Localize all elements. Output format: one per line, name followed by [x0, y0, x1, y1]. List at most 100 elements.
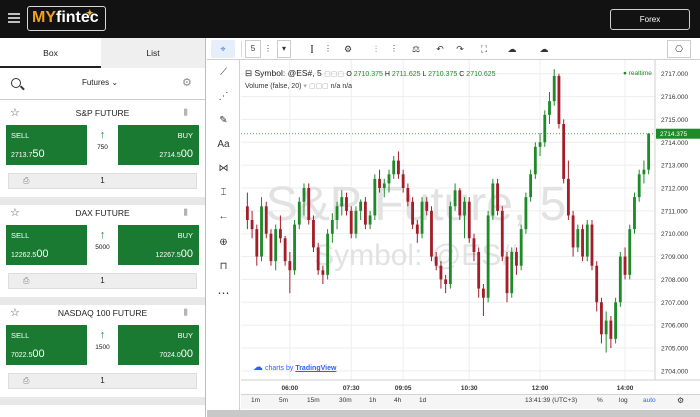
- brand-logo[interactable]: MYfintec ✦: [27, 6, 106, 31]
- fib-tool-icon[interactable]: ⋰: [207, 86, 240, 108]
- range-4h[interactable]: 4h: [394, 397, 401, 404]
- candle-body: [250, 220, 254, 230]
- chart-settings-icon[interactable]: ⚙: [677, 396, 684, 405]
- sell-button[interactable]: SELL 2713.750: [6, 125, 87, 165]
- quantity-field[interactable]: ⎙ 1: [8, 373, 197, 389]
- cloud-download-icon[interactable]: ☁: [501, 40, 523, 58]
- candle-body: [345, 197, 348, 211]
- text-tool-icon[interactable]: Aa: [207, 134, 240, 156]
- candle-body: [590, 224, 594, 266]
- crosshair-icon[interactable]: ⌖: [211, 40, 235, 58]
- more-horizontal-icon[interactable]: ⋯: [207, 282, 240, 304]
- range-5m[interactable]: 5m: [279, 397, 288, 404]
- pattern-tool-icon[interactable]: ⋈: [207, 158, 240, 180]
- candle-body: [411, 201, 415, 225]
- range-30m[interactable]: 30m: [339, 397, 352, 404]
- arrow-left-icon[interactable]: ←: [207, 206, 240, 228]
- more-vertical-icon[interactable]: ⋮: [263, 40, 273, 58]
- auto-toggle[interactable]: auto: [643, 397, 656, 404]
- collapse-icon[interactable]: ⊟: [245, 68, 252, 78]
- range-15m[interactable]: 15m: [307, 397, 320, 404]
- candles-icon[interactable]: ⫿: [303, 40, 321, 58]
- zoom-in-icon[interactable]: ⊕: [207, 232, 240, 254]
- redo-icon[interactable]: ↷: [451, 40, 469, 58]
- search-icon[interactable]: [11, 78, 21, 88]
- volume-options-icon[interactable]: ▾ ▢▢▢: [303, 83, 328, 90]
- category-dropdown[interactable]: Futures ⌄: [60, 78, 140, 87]
- candle-body: [439, 265, 443, 280]
- category-dropdown-value: Futures: [81, 78, 110, 87]
- spread-indicator: ↑ 5000: [88, 225, 117, 265]
- chart-area[interactable]: S&P Future, 5 Symbol: @ES# 2717.000 2716.…: [241, 60, 700, 417]
- watermark-title: S&P Future, 5: [266, 178, 567, 231]
- favorite-star-icon[interactable]: ☆: [10, 206, 20, 219]
- sell-button[interactable]: SELL 12262.500: [6, 225, 87, 265]
- volume-na-2: n/a: [342, 83, 353, 90]
- candle-body: [571, 215, 575, 248]
- sell-label: SELL: [11, 231, 30, 240]
- interval-select[interactable]: 5: [245, 40, 261, 58]
- price-axis[interactable]: 2717.000 2716.000 2715.000 2714.000 2713.000…: [654, 60, 700, 394]
- candle-body: [557, 76, 561, 124]
- price-chart[interactable]: S&P Future, 5 Symbol: @ES# 2717.0002716.…: [241, 60, 700, 394]
- y-tick-label: 2704.000: [661, 368, 688, 375]
- drawing-toolbar: ⟋ ⋰ ✎ Aa ⋈ ⌶ ← ⊕ ⊓ ⋯: [207, 60, 240, 417]
- open-value: 2710.375: [353, 71, 383, 78]
- chart-bars-icon[interactable]: ⫼: [184, 208, 188, 218]
- time-axis[interactable]: 06:00 07:30 09:05 10:30 12:00 14:00: [241, 379, 700, 392]
- candle-body: [496, 183, 499, 211]
- range-1h[interactable]: 1h: [369, 397, 376, 404]
- indicators-icon[interactable]: ⫶: [365, 40, 387, 58]
- more-vertical-icon[interactable]: ⋮: [389, 40, 399, 58]
- percent-toggle[interactable]: %: [597, 397, 603, 404]
- quantity-value: 1: [100, 176, 105, 185]
- magnet-icon[interactable]: ⊓: [207, 256, 240, 278]
- buy-button[interactable]: BUY 12267.500: [118, 225, 199, 265]
- candle-body: [609, 320, 613, 339]
- candle-body: [415, 224, 419, 234]
- legend-options-icon[interactable]: ▢▢▢: [324, 71, 344, 78]
- favorite-star-icon[interactable]: ☆: [10, 106, 20, 119]
- market-select[interactable]: Forex: [610, 9, 690, 30]
- gear-icon[interactable]: ⚙: [182, 76, 192, 89]
- range-1d[interactable]: 1d: [419, 397, 426, 404]
- cloud-upload-icon[interactable]: ☁: [533, 40, 555, 58]
- trendline-icon[interactable]: ⟋: [207, 62, 240, 84]
- quantity-field[interactable]: ⎙ 1: [8, 273, 197, 289]
- menu-icon[interactable]: [8, 13, 20, 23]
- tab-box[interactable]: Box: [0, 38, 101, 68]
- y-tick-label: 2714.000: [661, 140, 688, 147]
- candle-body: [604, 320, 608, 335]
- clock-readout[interactable]: 13:41:39 (UTC+3): [525, 397, 577, 404]
- chart-bars-icon[interactable]: ⫼: [184, 308, 188, 318]
- buy-button[interactable]: BUY 2714.500: [118, 125, 199, 165]
- high-value: 2711.625: [391, 71, 421, 78]
- logo-spark-icon: ✦: [86, 8, 94, 18]
- o-label: O: [346, 71, 352, 78]
- fullscreen-icon[interactable]: ⛶: [475, 40, 493, 58]
- chart-bars-icon[interactable]: ⫼: [184, 108, 188, 118]
- dropdown-arrow-icon[interactable]: ▾: [277, 40, 291, 58]
- buy-button[interactable]: BUY 7024.000: [118, 325, 199, 365]
- undo-icon[interactable]: ↶: [431, 40, 449, 58]
- candle-body: [307, 188, 311, 220]
- y-tick-label: 2709.000: [661, 254, 688, 261]
- more-vertical-icon[interactable]: ⋮: [323, 40, 333, 58]
- camera-icon[interactable]: ⎔: [667, 40, 691, 58]
- candle-body: [628, 229, 632, 275]
- range-1m[interactable]: 1m: [251, 397, 260, 404]
- candle-body: [477, 252, 481, 289]
- measure-icon[interactable]: ⌶: [207, 182, 240, 204]
- tab-list[interactable]: List: [101, 38, 205, 68]
- compare-scale-icon[interactable]: ⚖: [407, 40, 425, 58]
- instrument-card: ☆ NASDAQ 100 FUTURE ⫼ SELL 7022.500 ↑ 15…: [0, 305, 205, 397]
- log-toggle[interactable]: log: [619, 397, 628, 404]
- settings-icon[interactable]: ⚙: [337, 40, 359, 58]
- tradingview-attribution[interactable]: ☁ charts by TradingView: [253, 362, 336, 373]
- favorite-star-icon[interactable]: ☆: [10, 306, 20, 319]
- quantity-field[interactable]: ⎙ 1: [8, 173, 197, 189]
- brush-icon[interactable]: ✎: [207, 110, 240, 132]
- candle-body: [637, 174, 641, 198]
- candle-body: [278, 229, 282, 239]
- sell-button[interactable]: SELL 7022.500: [6, 325, 87, 365]
